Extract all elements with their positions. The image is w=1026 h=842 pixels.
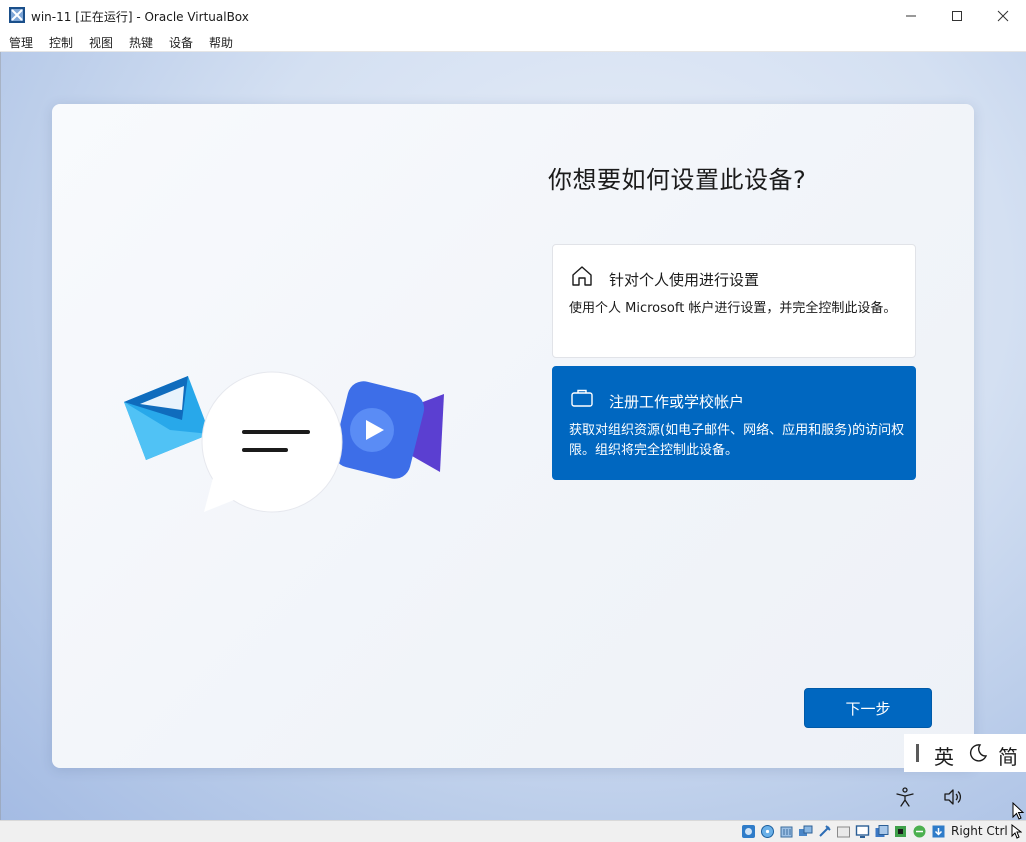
- mail-icon: [124, 376, 210, 460]
- guest-additions-icon[interactable]: [931, 824, 946, 839]
- window-title: win-11 [正在运行] - Oracle VirtualBox: [31, 10, 249, 24]
- display-icon[interactable]: [855, 824, 870, 839]
- menu-bar: 管理 控制 视图 热键 设备 帮助: [0, 31, 1026, 52]
- oobe-card: 你想要如何设置此设备? 针对个人使用进行设置 使用个人 Microsoft 帐户…: [52, 104, 974, 768]
- menu-devices[interactable]: 设备: [169, 34, 193, 51]
- maximize-button[interactable]: [934, 0, 980, 31]
- option-title: 针对个人使用进行设置: [609, 271, 760, 289]
- mouse-cursor-icon: [1012, 802, 1025, 820]
- option-work-school[interactable]: 注册工作或学校帐户 获取对组织资源(如电子邮件、网络、应用和服务)的访问权限。组…: [552, 366, 916, 480]
- accessibility-icon[interactable]: [894, 786, 916, 808]
- shared-folder-icon[interactable]: [836, 824, 851, 839]
- mouse-integration-icon[interactable]: [1010, 824, 1022, 839]
- video-camera-icon: [333, 381, 444, 479]
- title-bar: win-11 [正在运行] - Oracle VirtualBox: [0, 0, 1026, 31]
- option-title: 注册工作或学校帐户: [609, 393, 745, 411]
- usb-icon[interactable]: [817, 824, 832, 839]
- vt-x-icon[interactable]: [912, 824, 927, 839]
- host-key-label: Right Ctrl: [951, 824, 1008, 838]
- menu-manage[interactable]: 管理: [9, 34, 33, 51]
- minimize-icon: [906, 15, 916, 16]
- minimize-button[interactable]: [888, 0, 934, 31]
- option-description: 使用个人 Microsoft 帐户进行设置，并完全控制此设备。: [569, 301, 897, 316]
- close-button[interactable]: [980, 0, 1026, 31]
- menu-hotkeys[interactable]: 热键: [129, 34, 153, 51]
- vm-display[interactable]: 你想要如何设置此设备? 针对个人使用进行设置 使用个人 Microsoft 帐户…: [0, 52, 1026, 820]
- ime-half-width-icon[interactable]: [968, 743, 988, 763]
- home-icon: [572, 266, 592, 286]
- menu-control[interactable]: 控制: [49, 34, 73, 51]
- volume-icon[interactable]: [942, 786, 964, 808]
- ime-drag-handle[interactable]: [916, 744, 919, 762]
- option-description: 获取对组织资源(如电子邮件、网络、应用和服务)的访问权限。组织将完全控制此设备。: [569, 423, 905, 458]
- menu-view[interactable]: 视图: [89, 34, 113, 51]
- cpu-icon[interactable]: [893, 824, 908, 839]
- recording-icon[interactable]: [874, 824, 889, 839]
- close-icon: [997, 10, 1009, 21]
- option-personal-use[interactable]: 针对个人使用进行设置 使用个人 Microsoft 帐户进行设置，并完全控制此设…: [552, 244, 916, 358]
- optical-drive-icon[interactable]: [760, 824, 775, 839]
- page-title: 你想要如何设置此设备?: [548, 166, 807, 194]
- chat-bubble-icon: [201, 371, 343, 513]
- ime-mode-toggle[interactable]: 简: [998, 741, 1018, 770]
- maximize-icon: [952, 10, 962, 21]
- network-icon[interactable]: [798, 824, 813, 839]
- ime-toolbar: 英 简: [904, 734, 1026, 772]
- audio-icon[interactable]: [779, 824, 794, 839]
- communication-illustration: [124, 371, 444, 513]
- menu-help[interactable]: 帮助: [209, 34, 233, 51]
- display-edge: [0, 52, 1, 820]
- hard-disk-icon[interactable]: [741, 824, 756, 839]
- status-bar: Right Ctrl: [0, 820, 1026, 842]
- briefcase-icon: [571, 389, 593, 407]
- virtualbox-app-icon: [9, 7, 25, 23]
- next-button[interactable]: 下一步: [804, 688, 932, 728]
- ime-language-toggle[interactable]: 英: [934, 741, 954, 770]
